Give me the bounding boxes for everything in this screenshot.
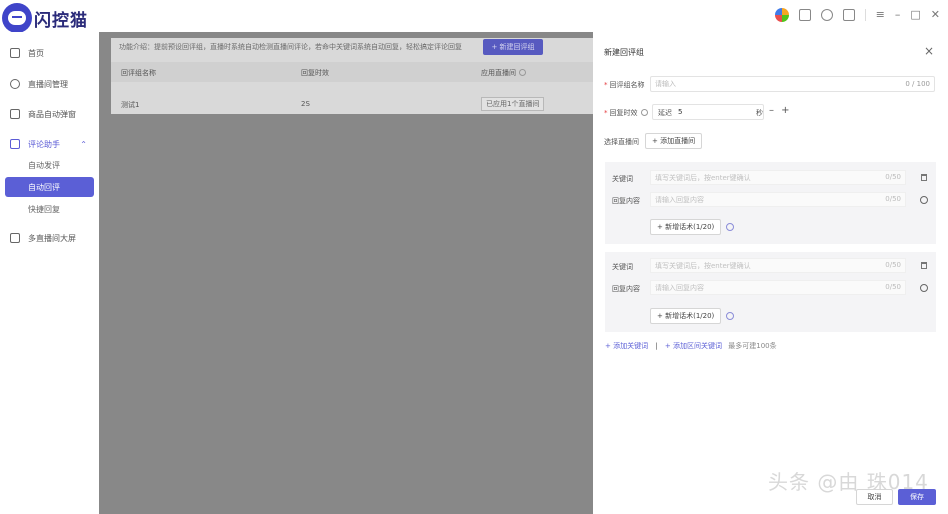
trash-icon[interactable] (921, 262, 927, 269)
sidebar-item-live-room[interactable]: 直播间管理 (0, 73, 99, 95)
chevron-up-icon: ⌃ (80, 139, 87, 149)
clipboard-icon[interactable] (798, 9, 811, 21)
emoji-icon[interactable] (920, 196, 928, 204)
drawer-title: 新建回评组 (604, 48, 644, 57)
main-content-overlay: 功能介绍：提前预设回评组，直播时系统自动检测直播间评论，若命中关键词系统自动回复… (99, 32, 593, 514)
user-icon (10, 79, 20, 89)
add-keyword-link[interactable]: + 添加关键词 (605, 342, 648, 350)
app-window: 闪控猫 ≡ – □ ✕ 首页 直播间管理 商品自动弹窗 评论助手 ⌃ 自动发评 … (0, 0, 948, 514)
add-range-keyword-link[interactable]: + 添加区间关键词 (665, 342, 722, 350)
column-header-applied: 应用直播间 (481, 68, 526, 78)
column-header-label: 应用直播间 (481, 69, 516, 77)
group-name-label-text: 回评组名称 (609, 81, 645, 89)
reply-group-panel: 功能介绍：提前预设回评组，直播时系统自动检测直播间评论，若命中关键词系统自动回复… (111, 38, 593, 114)
feature-intro: 功能介绍：提前预设回评组，直播时系统自动检测直播间评论，若命中关键词系统自动回复… (119, 43, 462, 51)
emoji-icon[interactable] (920, 284, 928, 292)
close-icon[interactable]: ✕ (931, 9, 940, 21)
add-script-button[interactable]: + 新增话术(1/20) (650, 308, 722, 324)
sidebar-item-home[interactable]: 首页 (0, 42, 99, 64)
link-separator: | (655, 342, 658, 350)
keyword-block: 关键词 填写关键词后，按enter键确认 0/50 回复内容 请输入回复内容 0… (605, 252, 936, 332)
reply-content-label: 回复内容 (612, 197, 640, 205)
avatar-icon[interactable] (774, 8, 789, 22)
delay-unit: 秒 (756, 109, 763, 117)
edit-icon[interactable] (842, 9, 855, 21)
select-live-label: 选择直播间 (604, 138, 639, 146)
new-reply-group-drawer: 新建回评组 × * 回评组名称 请输入 0 / 100 * 回复时效 延迟 5 秒 … (593, 38, 948, 514)
sidebar-group-comment-assistant[interactable]: 评论助手 ⌃ (0, 133, 99, 155)
save-button[interactable]: 保存 (898, 489, 936, 505)
reply-counter: 0/50 (885, 195, 901, 203)
limit-note: 最多可建100条 (728, 342, 777, 350)
sidebar-item-label: 评论助手 (28, 139, 60, 149)
add-script-button[interactable]: + 新增话术(1/20) (650, 219, 722, 235)
reply-time-label-text: 回复时效 (609, 109, 638, 117)
headset-icon[interactable] (820, 9, 833, 21)
home-icon (10, 48, 20, 58)
delay-stepper[interactable]: – + (769, 105, 792, 116)
add-live-room-button[interactable]: + 添加直播间 (645, 133, 703, 149)
delay-prefix: 延迟 (658, 109, 672, 117)
reply-time-label: * 回复时效 (604, 108, 648, 118)
reply-content-input[interactable]: 请输入回复内容 0/50 (650, 192, 906, 207)
sidebar-item-multi-live-screen[interactable]: 多直播间大屏 (0, 227, 99, 249)
restore-icon[interactable]: □ (910, 9, 920, 21)
reply-placeholder: 请输入回复内容 (655, 195, 704, 204)
keyword-label: 关键词 (612, 263, 633, 271)
app-logo: 闪控猫 (2, 3, 88, 33)
cancel-button[interactable]: 取消 (856, 489, 893, 505)
sidebar: 首页 直播间管理 商品自动弹窗 评论助手 ⌃ 自动发评 自动回评 快捷回复 多直… (0, 32, 99, 514)
divider (864, 9, 866, 21)
keyword-counter: 0/50 (885, 173, 901, 181)
add-keyword-links: + 添加关键词 | + 添加区间关键词 最多可建100条 (605, 341, 777, 351)
keyword-counter: 0/50 (885, 261, 901, 269)
cell-name: 测试1 (121, 101, 140, 109)
keyword-placeholder: 填写关键词后，按enter键确认 (655, 261, 751, 270)
sidebar-item-label: 直播间管理 (28, 79, 68, 89)
reply-content-input[interactable]: 请输入回复内容 0/50 (650, 280, 906, 295)
comment-icon (10, 139, 20, 149)
app-name: 闪控猫 (34, 10, 88, 31)
delay-value: 5 (678, 108, 683, 116)
sidebar-item-quick-reply[interactable]: 快捷回复 (5, 199, 94, 219)
help-icon (519, 69, 526, 76)
close-icon[interactable]: × (924, 44, 934, 58)
cat-logo-icon (2, 3, 32, 33)
reply-content-label: 回复内容 (612, 285, 640, 293)
applied-live-tag[interactable]: 已应用1个直播间 (481, 97, 545, 111)
sidebar-item-label: 商品自动弹窗 (28, 109, 76, 119)
group-name-placeholder: 请输入 (655, 80, 676, 88)
keyword-placeholder: 填写关键词后，按enter键确认 (655, 173, 751, 182)
group-name-counter: 0 / 100 (905, 80, 930, 88)
cell-effect: 2S (301, 100, 310, 108)
group-name-input[interactable]: 请输入 0 / 100 (650, 76, 935, 92)
keyword-input[interactable]: 填写关键词后，按enter键确认 0/50 (650, 170, 906, 185)
minimize-icon[interactable]: – (895, 9, 901, 21)
sidebar-item-product-popup[interactable]: 商品自动弹窗 (0, 103, 99, 125)
help-icon (640, 109, 648, 116)
sidebar-item-auto-reply[interactable]: 自动回评 (5, 177, 94, 197)
trash-icon[interactable] (921, 174, 927, 181)
table-header: 回评组名称 回复时效 应用直播间 (111, 62, 593, 82)
group-name-label: * 回评组名称 (604, 81, 645, 89)
reply-placeholder: 请输入回复内容 (655, 283, 704, 292)
keyword-block: 关键词 填写关键词后，按enter键确认 0/50 回复内容 请输入回复内容 0… (605, 162, 936, 244)
window-controls: ≡ – □ ✕ (774, 8, 940, 22)
product-icon (10, 109, 20, 119)
keyword-label: 关键词 (612, 175, 633, 183)
sidebar-item-label: 多直播间大屏 (28, 233, 76, 243)
table-row[interactable]: 测试1 2S 已应用1个直播间 (111, 94, 593, 114)
sidebar-item-label: 首页 (28, 48, 44, 58)
reply-counter: 0/50 (885, 283, 901, 291)
top-bar: 闪控猫 ≡ – □ ✕ (0, 0, 948, 33)
screen-icon (10, 233, 20, 243)
keyword-input[interactable]: 填写关键词后，按enter键确认 0/50 (650, 258, 906, 273)
column-header-effect: 回复时效 (301, 69, 329, 77)
menu-icon[interactable]: ≡ (876, 9, 885, 21)
help-icon[interactable] (726, 223, 734, 231)
new-reply-group-button[interactable]: + 新建回评组 (483, 39, 543, 55)
sidebar-item-auto-comment[interactable]: 自动发评 (5, 155, 94, 175)
help-icon[interactable] (726, 312, 734, 320)
column-header-name: 回评组名称 (121, 69, 156, 77)
